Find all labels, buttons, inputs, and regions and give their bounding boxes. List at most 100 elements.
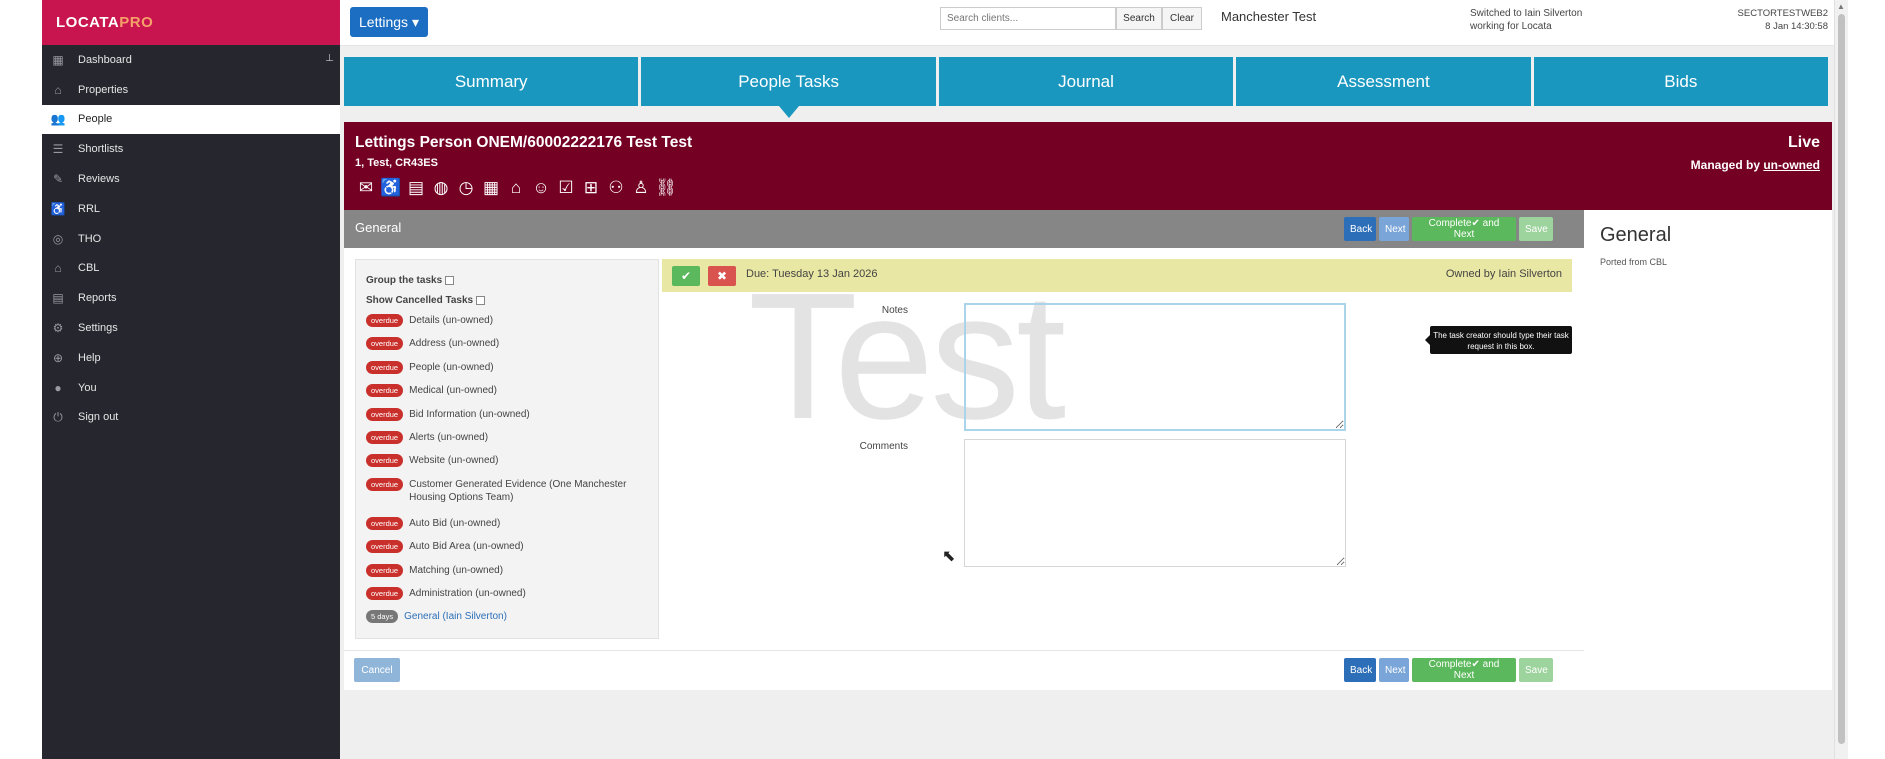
sidebar-item-help[interactable]: ⊕ Help: [42, 343, 340, 373]
back-button[interactable]: Back: [1344, 217, 1376, 241]
task-list-item[interactable]: overdue Customer Generated Evidence (One …: [366, 477, 648, 516]
smile-icon[interactable]: ☺: [530, 177, 552, 199]
task-list: overdue Details (un-owned) overdue Address …: [366, 313, 648, 633]
next-button[interactable]: Next: [1379, 217, 1409, 241]
tab-journal[interactable]: Journal: [938, 57, 1234, 106]
sidebar-item-reviews[interactable]: ✎ Reviews: [42, 164, 340, 194]
task-list-item[interactable]: overdue Auto Bid (un-owned): [366, 516, 648, 539]
due-bar: ✔ ✖ Due: Tuesday 13 Jan 2026 Owned by Ia…: [662, 259, 1572, 292]
person-address: 1, Test, CR43ES: [355, 157, 438, 169]
people-walk-icon[interactable]: ⚇: [605, 177, 627, 199]
user-icon: ●: [54, 380, 62, 395]
calendar-icon[interactable]: ▦: [480, 177, 502, 199]
task-list-panel: Group the tasks Show Cancelled Tasks ove…: [355, 259, 659, 639]
side-panel: General Ported from CBL: [1584, 210, 1832, 690]
tab-assessment[interactable]: Assessment: [1236, 57, 1531, 106]
overdue-badge: overdue: [366, 430, 404, 444]
scrollbar-thumb[interactable]: [1838, 14, 1845, 744]
task-list-item[interactable]: overdue Matching (un-owned): [366, 563, 648, 586]
person-walk-icon[interactable]: ♙: [630, 177, 652, 199]
page-scrollbar[interactable]: ▲: [1834, 0, 1848, 759]
task-label: Alerts (un-owned): [409, 431, 489, 443]
search-button[interactable]: Search: [1116, 7, 1162, 30]
sidebar-item-dashboard[interactable]: ▦ Dashboard ⊥: [42, 45, 340, 75]
tab-summary[interactable]: Summary: [344, 57, 639, 106]
task-list-item[interactable]: overdue Bid Information (un-owned): [366, 407, 648, 430]
overdue-badge: overdue: [366, 384, 404, 398]
overdue-badge: overdue: [366, 477, 404, 491]
clear-button[interactable]: Clear: [1162, 7, 1202, 30]
link-icon[interactable]: ⛓: [655, 177, 677, 199]
lettings-dropdown-button[interactable]: Lettings ▾: [350, 7, 428, 37]
task-label: Details (un-owned): [409, 315, 494, 326]
sidebar-item-people[interactable]: 👥 People: [42, 104, 340, 135]
group-tasks-checkbox[interactable]: [445, 275, 455, 285]
group-tasks-checkbox-row[interactable]: Group the tasks: [366, 270, 648, 290]
overdue-badge: overdue: [366, 337, 404, 351]
switched-user-line: Switched to Iain Silverton: [1470, 8, 1583, 19]
working-for-line: working for Locata: [1470, 21, 1552, 32]
person-action-icons: ✉ ♿ ▤ ◍ ◷ ▦ ⌂ ☺ ☑ ⊞ ⚇ ♙ ⛓: [355, 177, 677, 199]
sidebar-item-label: CBL: [78, 262, 100, 275]
task-list-item[interactable]: overdue People (un-owned): [366, 360, 648, 383]
sidebar-item-label: Reviews: [78, 173, 120, 186]
task-list-item[interactable]: overdue Address (un-owned): [366, 336, 648, 359]
task-detail: ✔ ✖ Due: Tuesday 13 Jan 2026 Owned by Ia…: [662, 259, 1572, 639]
show-cancelled-checkbox[interactable]: [476, 295, 486, 305]
task-list-item[interactable]: overdue Administration (un-owned): [366, 586, 648, 609]
people-icon: 👥: [50, 112, 66, 127]
sidebar-item-tho[interactable]: ◎ THO: [42, 224, 340, 254]
sidebar-item-you[interactable]: ● You: [42, 373, 340, 403]
search-clients-input[interactable]: [940, 7, 1116, 30]
sidebar-item-shortlists[interactable]: ☰ Shortlists: [42, 134, 340, 164]
cancel-button[interactable]: Cancel: [354, 658, 400, 682]
sidebar-item-settings[interactable]: ⚙ Settings: [42, 313, 340, 343]
document-list-icon[interactable]: ▤: [405, 177, 427, 199]
task-list-item[interactable]: 5 days General (Iain Silverton): [366, 609, 648, 632]
sidebar-nav: ▦ Dashboard ⊥ ⌂ Properties 👥 People ☰ Shortlists…: [42, 45, 340, 432]
envelope-icon[interactable]: ✉: [355, 177, 377, 199]
footer-save-button[interactable]: Save: [1519, 658, 1553, 682]
pin-icon[interactable]: ⊥: [325, 53, 334, 64]
managed-by-link[interactable]: un-owned: [1763, 158, 1820, 172]
scroll-up-icon[interactable]: ▲: [1837, 2, 1845, 11]
document-icon: ▤: [52, 291, 64, 306]
person-wheelchair-icon[interactable]: ♿: [380, 177, 402, 199]
complete-and-next-button[interactable]: Complete✔ and Next: [1412, 217, 1516, 241]
sidebar-item-cbl[interactable]: ⌂ CBL: [42, 254, 340, 284]
complete-task-button[interactable]: ✔: [672, 266, 700, 286]
footer-back-button[interactable]: Back: [1344, 658, 1376, 682]
cancel-task-button[interactable]: ✖: [708, 266, 736, 286]
tab-people-tasks[interactable]: People Tasks: [641, 57, 936, 118]
task-list-item[interactable]: overdue Auto Bid Area (un-owned): [366, 539, 648, 562]
sidebar: LOCATAPRO ▦ Dashboard ⊥ ⌂ Properties 👥 People ☰…: [42, 0, 340, 759]
task-list-item[interactable]: overdue Alerts (un-owned): [366, 430, 648, 453]
logo[interactable]: LOCATAPRO: [56, 14, 153, 31]
comments-label: Comments: [859, 441, 908, 452]
person-house-icon[interactable]: ⌂: [505, 177, 527, 199]
task-label: Auto Bid Area (un-owned): [409, 541, 524, 553]
task-list-item[interactable]: overdue Medical (un-owned): [366, 383, 648, 406]
task-label: Address (un-owned): [409, 338, 500, 350]
sidebar-item-rrl[interactable]: ♿ RRL: [42, 194, 340, 224]
tab-bids[interactable]: Bids: [1533, 57, 1829, 106]
sidebar-item-properties[interactable]: ⌂ Properties: [42, 75, 340, 105]
footer-next-button[interactable]: Next: [1379, 658, 1409, 682]
sidebar-item-label: People: [78, 113, 113, 126]
comments-field[interactable]: [964, 439, 1346, 567]
task-label: Administration (un-owned): [409, 587, 526, 599]
show-cancelled-checkbox-row[interactable]: Show Cancelled Tasks: [366, 290, 648, 310]
footer-complete-and-next-button[interactable]: Complete✔ and Next: [1412, 658, 1516, 682]
notes-field[interactable]: [964, 303, 1346, 431]
save-button[interactable]: Save: [1519, 217, 1553, 241]
sidebar-item-sign-out[interactable]: ⏻ Sign out: [42, 403, 340, 433]
gear-icon: ⚙: [52, 321, 64, 336]
clock-icon[interactable]: ◷: [455, 177, 477, 199]
task-list-item[interactable]: overdue Website (un-owned): [366, 453, 648, 476]
overdue-badge: overdue: [366, 407, 404, 421]
clipboard-check-icon[interactable]: ☑: [555, 177, 577, 199]
sidebar-item-reports[interactable]: ▤ Reports: [42, 283, 340, 313]
globe-icon[interactable]: ◍: [430, 177, 452, 199]
task-list-item[interactable]: overdue Details (un-owned): [366, 313, 648, 336]
clipboard-plus-icon[interactable]: ⊞: [580, 177, 602, 199]
